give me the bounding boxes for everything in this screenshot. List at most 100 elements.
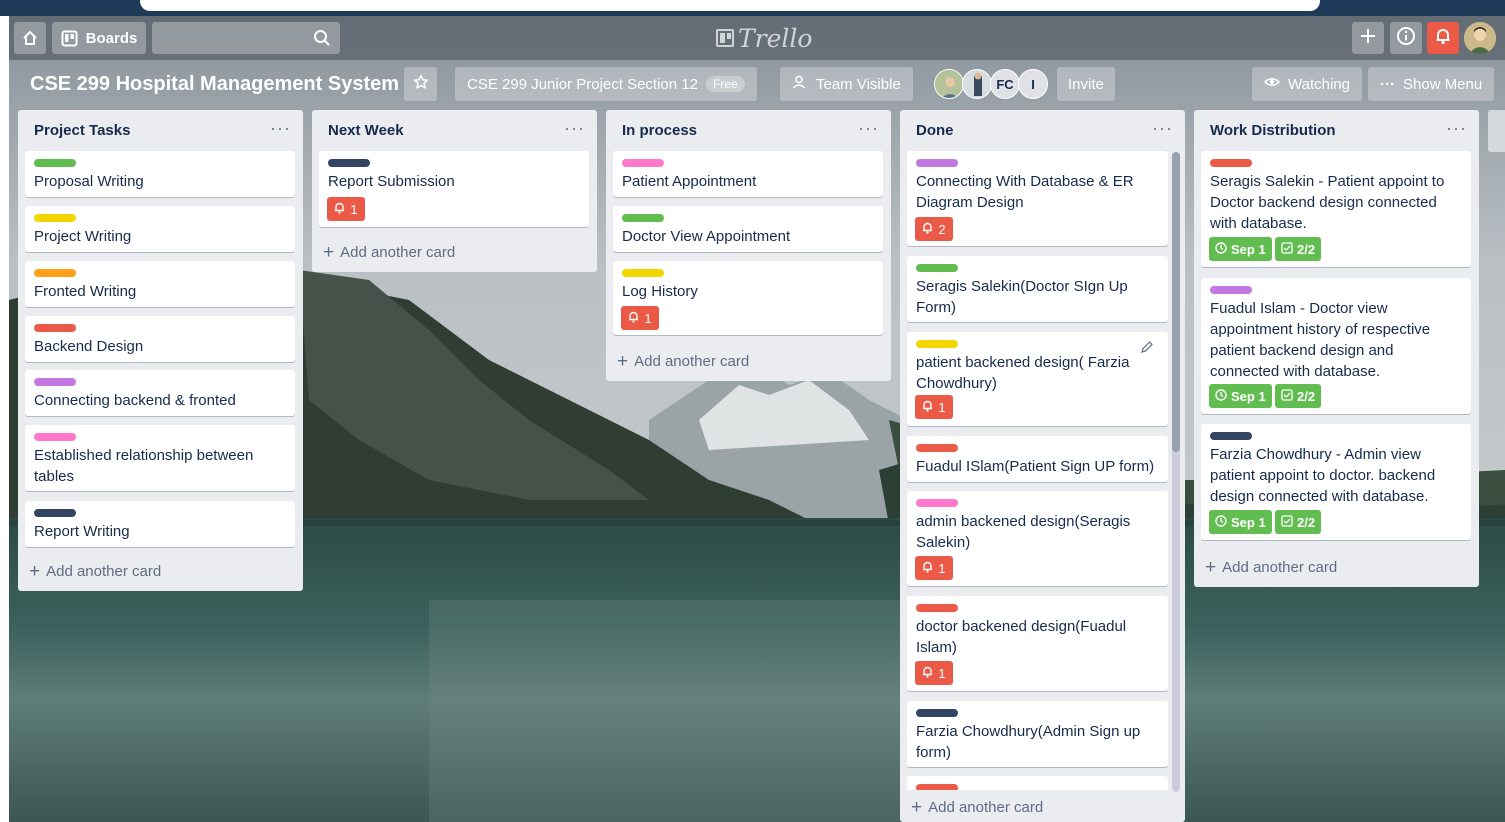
browser-url-bar[interactable] [140, 0, 1320, 11]
list-menu-icon[interactable]: ··· [270, 118, 291, 139]
due-date: Sep 1 [1231, 514, 1266, 530]
card[interactable]: Farzia Chowdhury(Admin Sign up form) [907, 701, 1168, 767]
member-avatar[interactable] [934, 69, 964, 99]
star-button[interactable] [404, 67, 437, 101]
card[interactable]: Established relationship between tables [25, 425, 295, 491]
card-title: admin backened design(Seragis Salekin) [916, 513, 1131, 551]
team-name: CSE 299 Junior Project Section 12 [467, 75, 698, 93]
card[interactable]: Backend Design [25, 316, 295, 362]
notification-badge: 2 [915, 217, 953, 241]
card-label [34, 378, 76, 386]
add-card-label: Add another card [928, 799, 1044, 816]
list-menu-icon[interactable]: ··· [1446, 118, 1467, 139]
list-title[interactable]: Done [916, 122, 954, 139]
add-card-button[interactable]: + Add another card [29, 562, 161, 581]
list-menu-icon[interactable]: ··· [858, 118, 879, 139]
list-title[interactable]: Project Tasks [34, 122, 130, 139]
trello-logo[interactable]: Trello [716, 23, 813, 53]
board-title[interactable]: CSE 299 Hospital Management System [30, 71, 399, 97]
eye-icon [1263, 74, 1281, 94]
card-label [1210, 159, 1252, 167]
bell-icon [922, 561, 933, 576]
due-date-badge: Sep 1 [1209, 384, 1272, 408]
member-avatar-i[interactable]: I [1018, 69, 1048, 99]
notification-count: 1 [938, 560, 946, 576]
card-label [916, 784, 958, 790]
notification-badge: 1 [915, 395, 953, 419]
home-icon [21, 29, 39, 47]
list-title[interactable]: Work Distribution [1210, 122, 1336, 139]
card[interactable]: Doctor View Appointment [613, 206, 883, 252]
notification-badge: 1 [915, 556, 953, 580]
notifications-button[interactable] [1427, 22, 1459, 54]
card-title: Log History [622, 283, 698, 300]
create-button[interactable] [1352, 22, 1384, 54]
add-card-button[interactable]: + Add another card [617, 352, 749, 371]
card-label [916, 499, 958, 507]
notification-count: 2 [938, 221, 946, 237]
card[interactable] [907, 776, 1168, 790]
card-label [916, 159, 958, 167]
card-label [622, 214, 664, 222]
search-input[interactable] [152, 22, 340, 54]
card[interactable]: Seragis Salekin(Doctor SIgn Up Form) [907, 256, 1168, 322]
member-avatar[interactable] [962, 69, 992, 99]
add-list-button[interactable] [1488, 110, 1505, 152]
list-done: Done ··· Connecting With Database & ER D… [900, 110, 1185, 822]
boards-button[interactable]: Boards [52, 22, 146, 54]
card-title: Report Submission [328, 173, 455, 190]
watching-button[interactable]: Watching [1252, 67, 1362, 101]
card[interactable]: Connecting With Database & ER Diagram De… [907, 151, 1168, 246]
list-title[interactable]: In process [622, 122, 697, 139]
info-icon [1396, 26, 1416, 51]
card-label [34, 324, 76, 332]
checklist-badge: 2/2 [1275, 237, 1322, 261]
card-title: Patient Appointment [622, 173, 757, 190]
card-label [622, 159, 664, 167]
card[interactable]: Report Writing [25, 501, 295, 547]
card-title: Fronted Writing [34, 283, 137, 300]
watching-label: Watching [1288, 75, 1350, 93]
card[interactable]: Connecting backend & fronted [25, 370, 295, 416]
edit-pencil-icon[interactable] [1140, 340, 1154, 359]
card[interactable]: Fuadul Islam - Doctor view appointment h… [1201, 278, 1471, 414]
card-title: Established relationship between tables [34, 447, 254, 485]
card-label [622, 269, 664, 277]
info-button[interactable] [1390, 22, 1422, 54]
card[interactable]: Fuadul ISlam(Patient Sign UP form) [907, 436, 1168, 482]
card[interactable]: Fronted Writing [25, 261, 295, 307]
notification-count: 1 [938, 399, 946, 415]
card[interactable]: Report Submission 1 [319, 151, 589, 227]
bell-icon [922, 666, 933, 681]
card[interactable]: Project Writing [25, 206, 295, 252]
card-title: Seragis Salekin(Doctor SIgn Up Form) [916, 278, 1128, 316]
card-label [34, 509, 76, 517]
team-button[interactable]: CSE 299 Junior Project Section 12 Free [455, 67, 757, 101]
member-avatar-fc[interactable]: FC [990, 69, 1020, 99]
visibility-button[interactable]: Team Visible [780, 67, 913, 101]
card[interactable]: Proposal Writing [25, 151, 295, 197]
card-title: Farzia Chowdhury(Admin Sign up form) [916, 723, 1141, 761]
card[interactable]: doctor backened design(Fuadul Islam) 1 [907, 596, 1168, 691]
user-avatar[interactable] [1464, 22, 1496, 54]
list-menu-icon[interactable]: ··· [1152, 118, 1173, 139]
due-date: Sep 1 [1231, 241, 1266, 257]
add-card-button[interactable]: + Add another card [911, 798, 1044, 817]
card[interactable]: patient backened design( Farzia Chowdhur… [907, 332, 1168, 426]
list-menu-icon[interactable]: ··· [564, 118, 585, 139]
bell-icon [334, 202, 345, 217]
card[interactable]: Patient Appointment [613, 151, 883, 197]
logo-text: Trello [738, 23, 813, 53]
add-card-button[interactable]: + Add another card [323, 243, 455, 262]
list-title[interactable]: Next Week [328, 122, 404, 139]
home-button[interactable] [14, 22, 46, 54]
card[interactable]: Log History 1 [613, 261, 883, 335]
card[interactable]: admin backened design(Seragis Salekin) 1 [907, 491, 1168, 586]
card[interactable]: Farzia Chowdhury - Admin view patient ap… [1201, 424, 1471, 540]
card[interactable]: Seragis Salekin - Patient appoint to Doc… [1201, 151, 1471, 267]
card-label [916, 340, 958, 348]
bell-icon [628, 311, 639, 326]
invite-button[interactable]: Invite [1057, 67, 1115, 101]
show-menu-button[interactable]: ··· Show Menu [1368, 67, 1495, 101]
add-card-button[interactable]: + Add another card [1205, 558, 1337, 577]
